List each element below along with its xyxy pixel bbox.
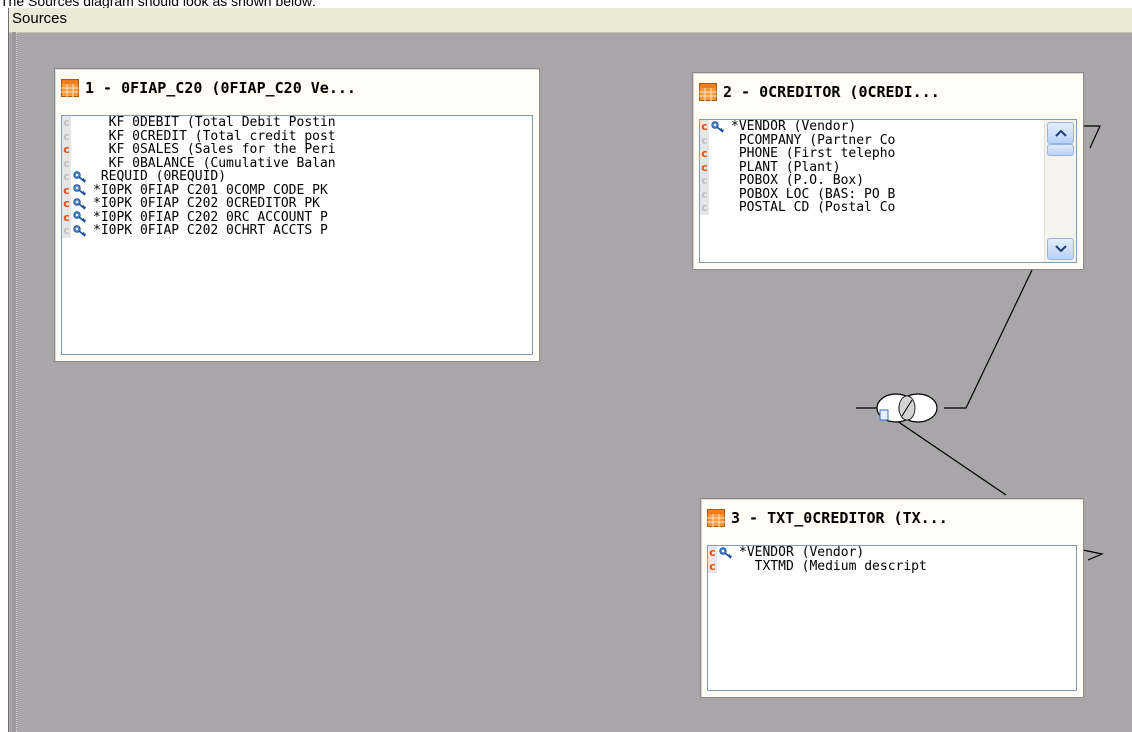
key-icon xyxy=(71,184,89,198)
key-icon xyxy=(717,546,735,560)
key-slot-empty xyxy=(71,157,89,171)
table-1-column-row[interactable]: c KF 0SALES (Sales for the Peri xyxy=(62,143,532,157)
column-type-marker: c xyxy=(700,147,709,161)
table-1-title-bar[interactable]: 1 - 0FIAP_C20 (0FIAP_C20 Ve... xyxy=(61,77,533,99)
table-2-box[interactable]: 2 - 0CREDITOR (0CREDI... c *VENDOR (Vendo… xyxy=(692,72,1084,270)
column-type-marker: c xyxy=(62,210,71,224)
column-name: REQUID (0REQUID) xyxy=(93,169,227,184)
key-slot-empty xyxy=(71,143,89,157)
table-1-column-row[interactable]: c *I0PK 0FIAP C202 0CHRT ACCTS P xyxy=(62,224,532,238)
column-name: PHONE (First telepho xyxy=(731,146,896,161)
column-name: *VENDOR (Vendor) xyxy=(731,119,857,134)
key-slot-empty xyxy=(709,188,727,202)
column-type-marker: c xyxy=(708,546,717,560)
column-type-marker: c xyxy=(700,120,709,134)
table-2-column-row[interactable]: c POBOX (P.O. Box) xyxy=(700,174,1044,188)
table-1-column-row[interactable]: c KF 0BALANCE (Cumulative Balan xyxy=(62,155,532,171)
key-icon xyxy=(71,197,89,211)
table-1-column-row[interactable]: c REQUID (0REQUID) xyxy=(62,170,532,184)
column-type-marker: c xyxy=(700,187,709,201)
table-1-column-row[interactable]: c KF 0DEBIT (Total Debit Postin xyxy=(62,116,532,130)
column-name: *I0PK 0FIAP C201 0COMP CODE PK xyxy=(93,182,328,198)
key-slot-empty xyxy=(717,560,735,574)
column-type-marker: c xyxy=(708,559,717,573)
table-1-box[interactable]: 1 - 0FIAP_C20 (0FIAP_C20 Ve... c KF 0DEB… xyxy=(54,68,540,362)
key-icon xyxy=(71,170,89,184)
column-name: PCOMPANY (Partner Co xyxy=(731,132,896,148)
table-1-title: 1 - 0FIAP_C20 (0FIAP_C20 Ve... xyxy=(85,79,356,97)
table-2-column-row[interactable]: c PCOMPANY (Partner Co xyxy=(700,132,1044,148)
link-join-to-table3 xyxy=(856,407,1007,496)
column-name: TXTMD (Medium descript xyxy=(739,558,927,574)
table-2-scrollbar[interactable] xyxy=(1044,120,1076,262)
table-3-box[interactable]: 3 - TXT_0CREDITOR (TX... c *VENDOR (Vendo… xyxy=(700,498,1084,698)
column-type-marker: c xyxy=(62,129,71,143)
key-slot-empty xyxy=(709,161,727,175)
column-type-marker: c xyxy=(62,156,71,170)
column-type-marker: c xyxy=(62,183,71,197)
key-slot-empty xyxy=(709,201,727,215)
column-type-marker: c xyxy=(62,143,71,157)
column-name: *VENDOR (Vendor) xyxy=(739,545,865,560)
table-3-title: 3 - TXT_0CREDITOR (TX... xyxy=(731,509,948,527)
table-3-columns: c *VENDOR (Vendor) c TXTMD (Medium descrip… xyxy=(707,545,1077,691)
column-name: *I0PK 0FIAP C202 0RC ACCOUNT P xyxy=(93,209,328,225)
key-slot-empty xyxy=(709,134,727,148)
column-type-marker: c xyxy=(700,160,709,174)
column-name: KF 0BALANCE (Cumulative Balan xyxy=(93,155,336,171)
column-type-marker: c xyxy=(62,224,71,238)
table-2-column-row[interactable]: c *VENDOR (Vendor) xyxy=(700,120,1044,134)
column-name: KF 0SALES (Sales for the Peri xyxy=(93,142,336,157)
column-name: *I0PK 0FIAP C202 0CREDITOR PK xyxy=(93,196,320,211)
column-name: KF 0DEBIT (Total Debit Postin xyxy=(93,115,336,130)
link-table2-to-join xyxy=(944,269,1033,409)
table-2-title-bar[interactable]: 2 - 0CREDITOR (0CREDI... xyxy=(699,81,1077,103)
column-name: *I0PK 0FIAP C202 0CHRT ACCTS P xyxy=(93,223,328,238)
column-name: POBOX LOC (BAS: PO B xyxy=(731,186,896,202)
table-1-column-row[interactable]: c KF 0CREDIT (Total credit post xyxy=(62,128,532,144)
column-type-marker: c xyxy=(700,133,709,147)
column-type-marker: c xyxy=(62,116,71,130)
key-icon xyxy=(71,211,89,225)
table-2-column-row[interactable]: c PLANT (Plant) xyxy=(700,159,1044,175)
table-2-column-row[interactable]: c POSTAL CD (Postal Co xyxy=(700,201,1044,215)
table-grid-icon xyxy=(699,83,717,101)
scroll-down-arrow-icon[interactable] xyxy=(1047,238,1074,260)
column-name: PLANT (Plant) xyxy=(731,159,841,175)
key-slot-empty xyxy=(71,116,89,130)
table-2-columns: c *VENDOR (Vendor) c PCOMPANY (Partner Co c… xyxy=(699,119,1077,263)
column-type-marker: c xyxy=(62,197,71,211)
column-name: POSTAL CD (Postal Co xyxy=(731,200,896,215)
table-1-columns: c KF 0DEBIT (Total Debit Postin c KF 0CRE… xyxy=(61,115,533,355)
column-type-marker: c xyxy=(700,174,709,188)
table-3-column-row[interactable]: c *VENDOR (Vendor) xyxy=(708,546,1076,560)
key-icon xyxy=(71,224,89,238)
scroll-up-arrow-icon[interactable] xyxy=(1047,122,1074,144)
column-type-marker: c xyxy=(62,170,71,184)
column-name: POBOX (P.O. Box) xyxy=(731,173,865,188)
table-2-scroll-thumb[interactable] xyxy=(1047,144,1074,156)
table-2-column-row[interactable]: c POBOX LOC (BAS: PO B xyxy=(700,186,1044,202)
join-icon[interactable] xyxy=(876,393,938,423)
table-2-column-row[interactable]: c PHONE (First telepho xyxy=(700,147,1044,161)
table-3-column-row[interactable]: c TXTMD (Medium descript xyxy=(708,558,1076,574)
table-1-column-row[interactable]: c *I0PK 0FIAP C202 0RC ACCOUNT P xyxy=(62,209,532,225)
column-name: KF 0CREDIT (Total credit post xyxy=(93,128,336,144)
key-slot-empty xyxy=(709,147,727,161)
table-2-title: 2 - 0CREDITOR (0CREDI... xyxy=(723,83,940,101)
column-type-marker: c xyxy=(700,201,709,215)
table-1-column-row[interactable]: c *I0PK 0FIAP C201 0COMP CODE PK xyxy=(62,182,532,198)
key-slot-empty xyxy=(71,130,89,144)
key-icon xyxy=(709,120,727,134)
table-grid-icon xyxy=(61,79,79,97)
table-grid-icon xyxy=(707,509,725,527)
table3-side-link xyxy=(1082,549,1104,561)
key-slot-empty xyxy=(709,174,727,188)
table-3-title-bar[interactable]: 3 - TXT_0CREDITOR (TX... xyxy=(707,507,1077,529)
table-1-column-row[interactable]: c *I0PK 0FIAP C202 0CREDITOR PK xyxy=(62,197,532,211)
